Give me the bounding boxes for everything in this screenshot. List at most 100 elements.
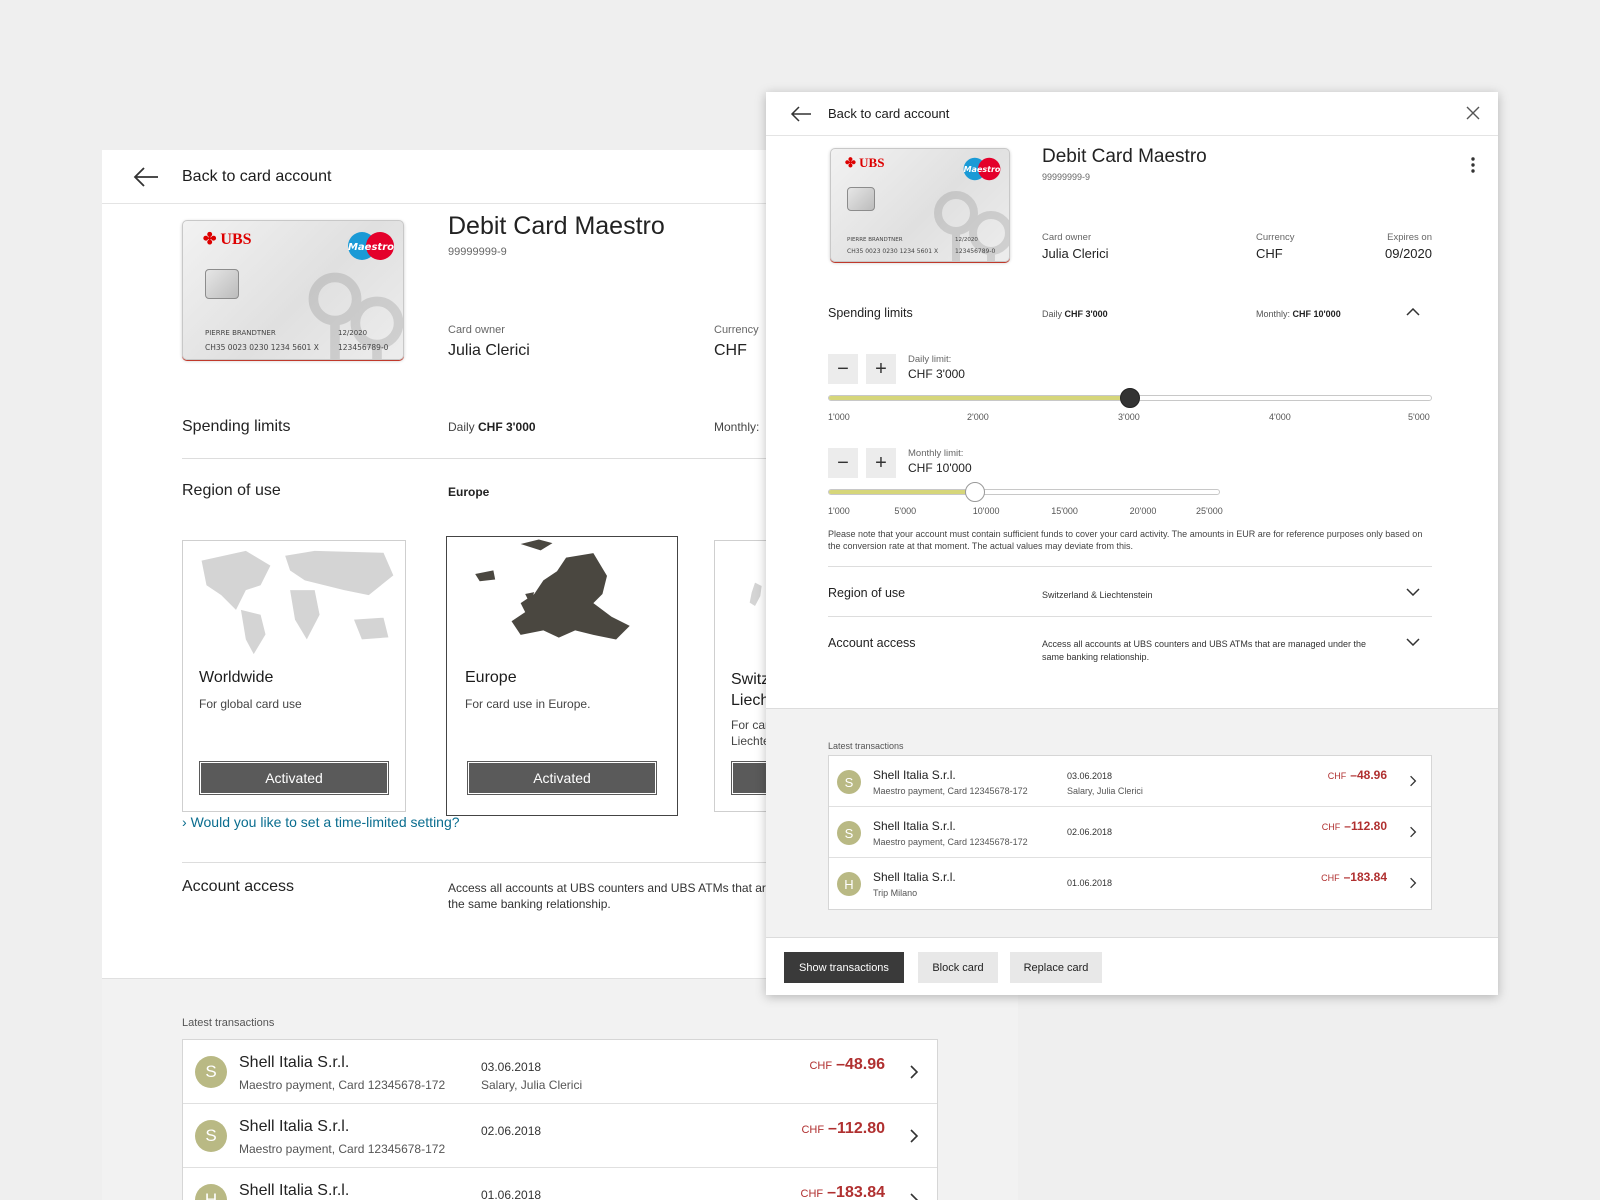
transaction-date: 02.06.2018	[481, 1124, 542, 1138]
svg-text:Maestro: Maestro	[348, 242, 394, 253]
daily-label: Daily	[448, 420, 475, 434]
card-chip	[205, 269, 239, 299]
monthly-decrease-button[interactable]: −	[828, 448, 858, 478]
ubs-logo: ✤ UBS	[203, 231, 252, 248]
currency-label: Currency	[714, 324, 759, 336]
chevron-right-icon[interactable]	[1409, 876, 1417, 890]
show-transactions-button[interactable]: Show transactions	[784, 952, 904, 983]
chevron-right-icon[interactable]	[909, 1064, 919, 1080]
dialog-footer: Show transactions Block card Replace car…	[766, 938, 1498, 995]
region-title-worldwide: Worldwide	[199, 669, 274, 686]
card-settings-dialog: Back to card account ✤ UBS Maestro PIERR…	[766, 92, 1498, 995]
amount-value: –112.80	[1344, 819, 1387, 833]
transactions-list: S Shell Italia S.r.l. Maestro payment, C…	[828, 755, 1432, 910]
replace-card-button[interactable]: Replace card	[1010, 952, 1102, 983]
slider-tick-label: 20'000	[1129, 506, 1157, 516]
amount-currency: CHF	[809, 1060, 833, 1072]
card-owner-value: Julia Clerici	[448, 342, 530, 359]
transaction-amount: CHF –48.96	[1328, 768, 1387, 782]
merchant-name: Shell Italia S.r.l.	[239, 1182, 350, 1199]
card-image: ✤ UBS Maestro PIERRE BRANDTNER CH35 0023…	[830, 148, 1010, 262]
transaction-amount: CHF –112.80	[1322, 819, 1387, 833]
monthly-increase-button[interactable]: +	[866, 448, 896, 478]
transaction-date: 01.06.2018	[481, 1188, 542, 1200]
region-card-worldwide[interactable]: Worldwide For global card use Activated	[182, 540, 406, 812]
back-arrow-icon[interactable]	[790, 105, 812, 123]
daily-increase-button[interactable]: +	[866, 354, 896, 384]
account-number: 99999999-9	[448, 246, 507, 258]
transaction-date: 03.06.2018	[481, 1060, 542, 1074]
monthly-slider-handle[interactable]	[965, 482, 985, 502]
spending-limits-title: Spending limits	[828, 306, 913, 320]
currency-value: CHF	[714, 342, 747, 359]
chevron-right-icon[interactable]	[1409, 825, 1417, 839]
slider-tick-label: 1'000	[828, 506, 850, 516]
account-number: 99999999-9	[1042, 172, 1091, 182]
close-icon[interactable]	[1466, 106, 1480, 120]
chevron-down-icon[interactable]	[1406, 588, 1420, 596]
europe-map-icon	[475, 539, 630, 640]
back-arrow-icon[interactable]	[132, 165, 160, 189]
funds-disclaimer: Please note that your account must conta…	[828, 529, 1423, 551]
slider-tick-label: 25'000	[1196, 506, 1223, 516]
transaction-date: 03.06.2018	[1067, 771, 1113, 781]
more-options-icon[interactable]	[1470, 156, 1476, 174]
monthly-label: Monthly:	[714, 420, 760, 434]
back-to-card-account-link[interactable]: Back to card account	[828, 106, 949, 121]
maestro-logo: Maestro	[348, 232, 394, 260]
region-of-use-title: Region of use	[828, 586, 906, 600]
card-owner-label: Card owner	[448, 324, 505, 336]
transaction-row[interactable]: H Shell Italia S.r.l. 01.06.2018 CHF –183…	[183, 1168, 937, 1200]
monthly-limit-slider[interactable]	[828, 489, 1220, 495]
chevron-right-icon: ›	[182, 814, 191, 830]
amount-currency: CHF	[1321, 873, 1340, 883]
maestro-logo: Maestro	[964, 157, 1001, 181]
divider	[828, 566, 1432, 567]
merchant-avatar: H	[837, 872, 861, 896]
transaction-row[interactable]: S Shell Italia S.r.l. Maestro payment, C…	[183, 1040, 937, 1104]
amount-value: –48.96	[836, 1056, 885, 1073]
daily-limit-summary: Daily CHF 3'000	[448, 420, 536, 434]
transaction-row[interactable]: H Shell Italia S.r.l. Trip Milano 01.06.…	[829, 858, 1431, 909]
account-access-title: Account access	[828, 636, 916, 650]
daily-slider-handle[interactable]	[1120, 388, 1140, 408]
chevron-right-icon[interactable]	[909, 1128, 919, 1144]
amount-value: –183.84	[1343, 870, 1387, 884]
card-account-number: 123456789-0	[338, 343, 389, 352]
transaction-detail: Salary, Julia Clerici	[1067, 786, 1143, 796]
transaction-amount: CHF –48.96	[809, 1056, 885, 1074]
divider	[828, 616, 1432, 617]
transaction-amount: CHF –183.84	[801, 1184, 885, 1200]
chevron-right-icon[interactable]	[1409, 774, 1417, 788]
amount-currency: CHF	[1321, 822, 1341, 832]
time-limited-link-text: Would you like to set a time-limited set…	[190, 814, 460, 830]
chevron-down-icon[interactable]	[1406, 638, 1420, 646]
time-limited-setting-link[interactable]: › Would you like to set a time-limited s…	[182, 814, 460, 830]
expires-value: 09/2020	[1385, 246, 1432, 261]
transaction-row[interactable]: S Shell Italia S.r.l. Maestro payment, C…	[829, 756, 1431, 807]
account-access-text: Access all accounts at UBS counters and …	[1042, 639, 1367, 662]
slider-tick-label: 3'000	[1118, 412, 1140, 422]
back-to-card-account-link[interactable]: Back to card account	[182, 168, 331, 186]
region-value-text: Europe	[448, 485, 490, 499]
chevron-right-icon[interactable]	[909, 1192, 919, 1200]
slider-tick-label: 2'000	[967, 412, 989, 422]
merchant-avatar: S	[837, 770, 861, 794]
worldwide-activated-button[interactable]: Activated	[199, 761, 389, 795]
region-desc-worldwide: For global card use	[199, 697, 302, 711]
dialog-header: Back to card account	[766, 92, 1498, 136]
region-card-europe[interactable]: Europe For card use in Europe. Activated	[446, 536, 678, 816]
chevron-up-icon[interactable]	[1406, 308, 1420, 316]
card-holder-name: PIERRE BRANDTNER	[847, 237, 903, 243]
block-card-button[interactable]: Block card	[918, 952, 998, 983]
daily-limit-value: CHF 3'000	[908, 367, 965, 381]
europe-activated-button[interactable]: Activated	[467, 761, 657, 795]
transaction-row[interactable]: S Shell Italia S.r.l. Maestro payment, C…	[829, 807, 1431, 858]
region-of-use-title: Region of use	[182, 482, 281, 499]
expires-label: Expires on	[1387, 232, 1432, 243]
card-owner-value: Julia Clerici	[1042, 246, 1109, 261]
transaction-row[interactable]: S Shell Italia S.r.l. Maestro payment, C…	[183, 1104, 937, 1168]
transactions-section: Latest transactions S Shell Italia S.r.l…	[102, 978, 1018, 1200]
currency-value: CHF	[1256, 246, 1283, 261]
daily-decrease-button[interactable]: −	[828, 354, 858, 384]
